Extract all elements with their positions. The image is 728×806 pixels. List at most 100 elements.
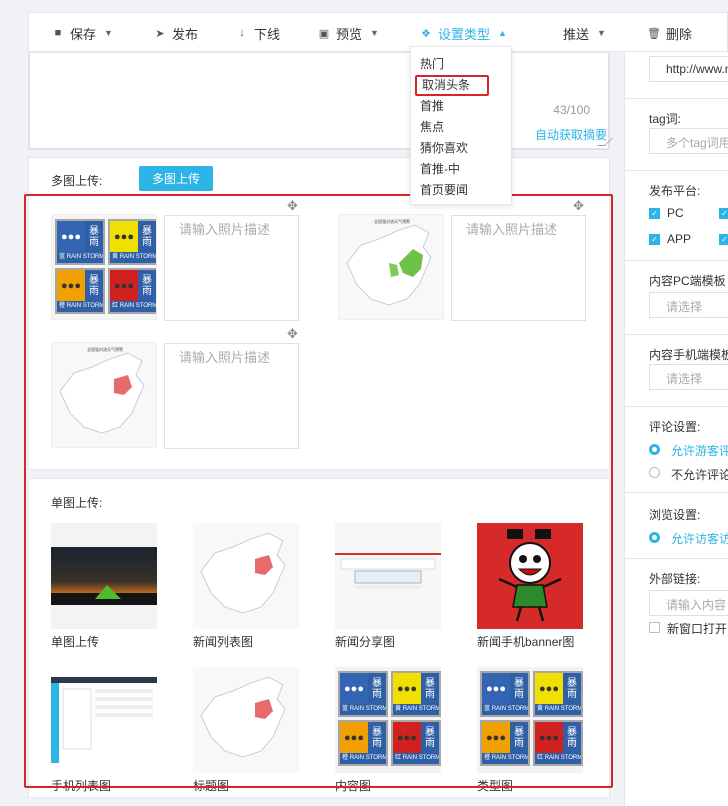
raindrop-icon: ●●● xyxy=(340,722,368,753)
image-mobile-banner[interactable] xyxy=(477,523,583,629)
divider xyxy=(625,170,728,171)
map-image xyxy=(193,667,299,773)
chevron-up-icon: ▲ xyxy=(498,28,507,38)
move-icon[interactable]: ✥ xyxy=(573,198,584,214)
offline-label: 下线 xyxy=(254,26,281,42)
map-title: 全国强对流天气预警 xyxy=(374,218,410,224)
external-link-input[interactable]: 请输入内容 xyxy=(649,590,728,616)
mobile-template-label: 内容手机端模板 xyxy=(649,348,728,362)
menu-item-guess-like[interactable]: 猜你喜欢 xyxy=(420,139,468,157)
comment-deny-label: 不允许评论 xyxy=(671,468,728,482)
rain-badge-footer: 红 RAIN STORM xyxy=(393,753,439,764)
caption: 类型图 xyxy=(477,779,514,793)
url-input[interactable]: http://www.m xyxy=(649,56,728,82)
push-label: 推送 xyxy=(563,26,590,42)
menu-item-first-push-mid[interactable]: 首推-中 xyxy=(420,160,460,178)
pc-template-label: 内容PC端模板 xyxy=(649,274,726,288)
raindrop-icon: ●●● xyxy=(393,722,421,753)
divider xyxy=(625,558,728,559)
photo-thumbnail[interactable]: 全国强对流天气预警 xyxy=(338,214,444,320)
checkbox-app[interactable]: ✓ xyxy=(649,234,660,245)
raindrop-icon: ●●● xyxy=(535,673,563,704)
image-news-list[interactable] xyxy=(193,523,299,629)
chevron-down-icon: ▼ xyxy=(370,28,379,38)
image-content[interactable]: ●●● 暴雨蓝 RAIN STORM ●●● 暴雨黄 RAIN STORM ●●● 暴雨橙… xyxy=(335,667,441,773)
menu-item-home-news[interactable]: 首页要闻 xyxy=(420,181,468,199)
radio-comment-deny[interactable] xyxy=(649,467,660,478)
raindrop-icon: ●●● xyxy=(57,221,85,252)
rain-badge: ●●● 暴雨红 RAIN STORM xyxy=(108,268,156,314)
rain-badge-footer: 蓝 RAIN STORM xyxy=(482,704,528,715)
auto-summary-link[interactable]: 自动获取摘要 xyxy=(535,126,607,143)
tag-label: tag词: xyxy=(649,112,682,126)
chevron-down-icon: ▼ xyxy=(597,28,606,38)
rain-char: 暴雨 xyxy=(563,722,581,753)
offline-button[interactable]: ↓ 下线 xyxy=(235,13,280,53)
new-window-label: 新窗口打开 xyxy=(667,622,728,636)
comment-allow-label: 允许游客评 xyxy=(671,444,728,458)
checkbox-extra[interactable]: ✓ xyxy=(719,208,728,219)
rain-char: 暴雨 xyxy=(368,673,386,704)
chevron-down-icon: ▼ xyxy=(104,28,113,38)
photo-description-input[interactable]: 请输入照片描述 xyxy=(451,215,586,321)
tag-input[interactable]: 多个tag词用 xyxy=(649,128,728,154)
summary-textarea[interactable]: 43/100 xyxy=(29,53,613,150)
publish-button[interactable]: ➤ 发布 xyxy=(153,13,198,53)
menu-item-first-push[interactable]: 首推 xyxy=(420,97,444,115)
radio-browse-allow[interactable] xyxy=(649,532,660,543)
raindrop-icon: ●●● xyxy=(535,722,563,753)
pc-template-select[interactable]: 请选择 xyxy=(649,292,728,318)
rain-badge: ●●● 暴雨橙 RAIN STORM xyxy=(55,268,105,314)
photo-description-input[interactable]: 请输入照片描述 xyxy=(164,215,299,321)
comment-label: 评论设置: xyxy=(649,420,701,434)
settings-sidebar: http://www.m tag词: 多个tag词用 发布平台: ✓ PC ✓ … xyxy=(624,52,728,806)
platform-app-label: APP xyxy=(667,232,692,246)
checkbox-pc[interactable]: ✓ xyxy=(649,208,660,219)
image-single-upload[interactable] xyxy=(51,523,157,629)
trash-icon: 🗑 xyxy=(647,27,661,40)
photo-description-input[interactable]: 请输入照片描述 xyxy=(164,343,299,449)
divider xyxy=(625,260,728,261)
rain-badge-footer: 蓝 RAIN STORM xyxy=(340,704,386,715)
save-button[interactable]: ■ 保存 ▼ xyxy=(51,13,113,53)
photo-thumbnail[interactable]: ●●● 暴雨蓝 RAIN STORM ●●● 暴雨黄 RAIN STORM ●●● 暴雨橙… xyxy=(51,214,157,320)
rain-badge: ●●● 暴雨蓝 RAIN STORM xyxy=(55,219,105,265)
caption: 新闻手机banner图 xyxy=(477,635,575,649)
image-mobile-list[interactable] xyxy=(51,667,157,773)
rain-badge: ●●● 暴雨黄 RAIN STORM xyxy=(108,219,156,265)
menu-item-focus[interactable]: 焦点 xyxy=(420,118,444,136)
caption: 单图上传 xyxy=(51,635,100,649)
cartoon-image xyxy=(477,523,583,629)
raindrop-icon: ●●● xyxy=(110,270,138,301)
preview-button[interactable]: ▣ 预览 ▼ xyxy=(317,13,379,53)
photo-thumbnail[interactable]: 全国强对流天气预警 xyxy=(51,342,157,448)
mobile-template-select[interactable]: 请选择 xyxy=(649,364,728,390)
image-type[interactable]: ●●● 暴雨蓝 RAIN STORM ●●● 暴雨黄 RAIN STORM ●●● 暴雨橙… xyxy=(477,667,583,773)
delete-button[interactable]: 🗑 删除 xyxy=(647,13,692,53)
single-upload-panel: 单图上传: 单图上传 新闻列表图 新闻分享图 新闻手机banner图 手机列表图… xyxy=(28,478,610,798)
menu-item-cancel-headline[interactable]: 取消头条 xyxy=(415,75,489,96)
menu-item-hot[interactable]: 热门 xyxy=(420,55,444,73)
raindrop-icon: ●●● xyxy=(393,673,421,704)
checkbox-new-window[interactable] xyxy=(649,622,660,633)
rain-badge-footer: 黄 RAIN STORM xyxy=(110,252,156,263)
push-button[interactable]: 推送 ▼ xyxy=(563,13,606,53)
caption: 新闻列表图 xyxy=(193,635,254,649)
rain-char: 暴雨 xyxy=(563,673,581,704)
checkbox-extra[interactable]: ✓ xyxy=(719,234,728,245)
summary-panel: 43/100 自动获取摘要 xyxy=(28,52,613,150)
multi-upload-label: 多图上传: xyxy=(51,174,103,188)
set-type-dropdown: 热门 取消头条 首推 焦点 猜你喜欢 首推-中 首页要闻 xyxy=(410,46,512,205)
raindrop-icon: ●●● xyxy=(482,673,510,704)
rain-char: 暴雨 xyxy=(138,221,156,252)
move-icon[interactable]: ✥ xyxy=(287,198,298,214)
caption: 手机列表图 xyxy=(51,779,112,793)
radio-comment-allow[interactable] xyxy=(649,444,660,455)
raindrop-icon: ●●● xyxy=(110,221,138,252)
image-news-share[interactable] xyxy=(335,523,441,629)
divider xyxy=(625,492,728,493)
multi-upload-button[interactable]: 多图上传 xyxy=(139,166,213,191)
image-title[interactable] xyxy=(193,667,299,773)
platform-pc-label: PC xyxy=(667,206,684,220)
move-icon[interactable]: ✥ xyxy=(287,326,298,342)
